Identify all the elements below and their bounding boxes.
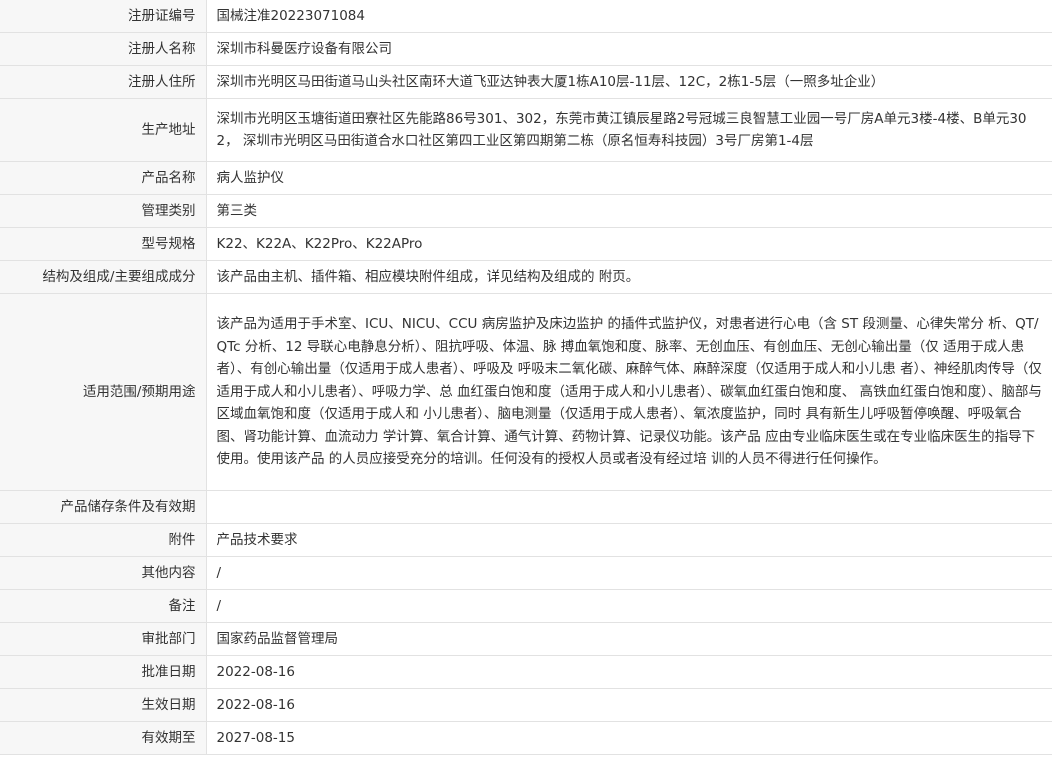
row-label: 管理类别 — [0, 194, 207, 228]
row-value: / — [206, 556, 1052, 590]
row-value: 深圳市光明区马田街道马山头社区南环大道飞亚达钟表大厦1栋A10层-11层、12C… — [206, 65, 1052, 99]
row-value: / — [206, 589, 1052, 623]
table-row-structure: 结构及组成/主要组成成分 该产品由主机、插件箱、相应模块附件组成，详见结构及组成… — [0, 260, 1052, 294]
row-label: 备注 — [0, 589, 207, 623]
row-value: 第三类 — [206, 194, 1052, 228]
row-label: 注册人名称 — [0, 32, 207, 66]
row-value: 2027-08-15 — [206, 721, 1052, 755]
table-row-approval-date: 批准日期 2022-08-16 — [0, 655, 1052, 689]
table-row-model-spec: 型号规格 K22、K22A、K22Pro、K22APro — [0, 227, 1052, 261]
table-row-intended-use: 适用范围/预期用途 该产品为适用于手术室、ICU、NICU、CCU 病房监护及床… — [0, 293, 1052, 491]
table-row-registrant-address: 注册人住所 深圳市光明区马田街道马山头社区南环大道飞亚达钟表大厦1栋A10层-1… — [0, 65, 1052, 99]
table-row-registration-number: 注册证编号 国械注准20223071084 — [0, 0, 1052, 33]
row-value: K22、K22A、K22Pro、K22APro — [206, 227, 1052, 261]
table-row-registrant-name: 注册人名称 深圳市科曼医疗设备有限公司 — [0, 32, 1052, 66]
table-row-effective-date: 生效日期 2022-08-16 — [0, 688, 1052, 722]
row-value: 深圳市光明区玉塘街道田寮社区先能路86号301、302，东莞市黄江镇辰星路2号冠… — [206, 98, 1052, 162]
table-row-other-content: 其他内容 / — [0, 556, 1052, 590]
row-value: 2022-08-16 — [206, 688, 1052, 722]
row-label: 有效期至 — [0, 721, 207, 755]
row-label: 生产地址 — [0, 98, 207, 162]
table-row-expiry-date: 有效期至 2027-08-15 — [0, 721, 1052, 755]
row-label: 结构及组成/主要组成成分 — [0, 260, 207, 294]
table-row-approval-department: 审批部门 国家药品监督管理局 — [0, 622, 1052, 656]
row-value: 产品技术要求 — [206, 523, 1052, 557]
row-value: 国械注准20223071084 — [206, 0, 1052, 33]
row-label: 注册证编号 — [0, 0, 207, 33]
row-label: 审批部门 — [0, 622, 207, 656]
table-row-production-address: 生产地址 深圳市光明区玉塘街道田寮社区先能路86号301、302，东莞市黄江镇辰… — [0, 98, 1052, 162]
row-value — [206, 490, 1052, 524]
table-row-management-class: 管理类别 第三类 — [0, 194, 1052, 228]
row-label: 产品储存条件及有效期 — [0, 490, 207, 524]
row-value: 国家药品监督管理局 — [206, 622, 1052, 656]
row-label: 生效日期 — [0, 688, 207, 722]
registration-detail-table: 注册证编号 国械注准20223071084 注册人名称 深圳市科曼医疗设备有限公… — [0, 0, 1052, 755]
row-value: 病人监护仪 — [206, 161, 1052, 195]
table-row-remarks: 备注 / — [0, 589, 1052, 623]
row-value: 该产品为适用于手术室、ICU、NICU、CCU 病房监护及床边监护 的插件式监护… — [206, 293, 1052, 491]
row-value: 2022-08-16 — [206, 655, 1052, 689]
row-label: 注册人住所 — [0, 65, 207, 99]
table-row-storage-conditions: 产品储存条件及有效期 — [0, 490, 1052, 524]
table-row-product-name: 产品名称 病人监护仪 — [0, 161, 1052, 195]
row-label: 适用范围/预期用途 — [0, 293, 207, 491]
row-label: 批准日期 — [0, 655, 207, 689]
table-row-attachment: 附件 产品技术要求 — [0, 523, 1052, 557]
row-label: 产品名称 — [0, 161, 207, 195]
row-value: 深圳市科曼医疗设备有限公司 — [206, 32, 1052, 66]
row-label: 型号规格 — [0, 227, 207, 261]
row-label: 附件 — [0, 523, 207, 557]
row-value: 该产品由主机、插件箱、相应模块附件组成，详见结构及组成的 附页。 — [206, 260, 1052, 294]
row-label: 其他内容 — [0, 556, 207, 590]
